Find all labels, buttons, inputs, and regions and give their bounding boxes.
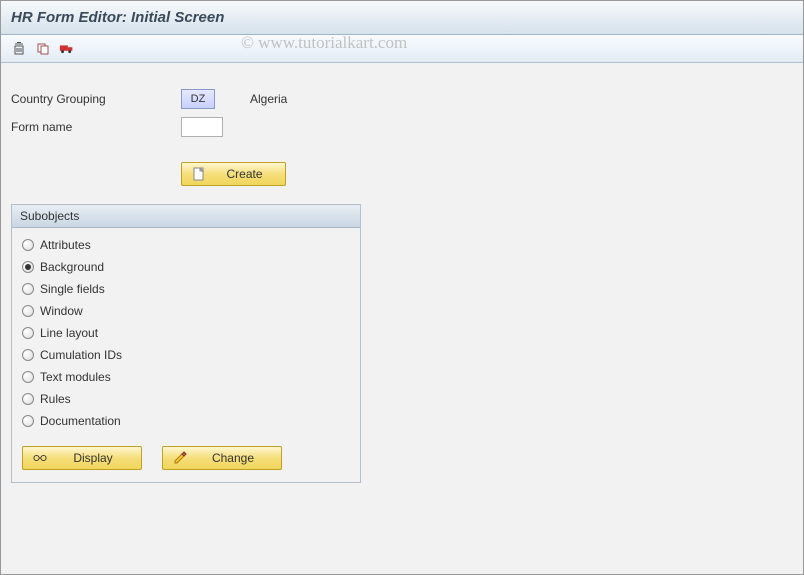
radio-cumulation-ids[interactable]: Cumulation IDs [22,344,350,366]
subobjects-group: Subobjects Attributes Background Single … [11,204,361,483]
form-name-label: Form name [11,120,181,134]
radio-window[interactable]: Window [22,300,350,322]
radio-background[interactable]: Background [22,256,350,278]
radio-input-text-modules[interactable] [22,371,34,383]
toolbar [1,35,803,63]
trash-icon[interactable] [11,41,27,57]
glasses-icon [33,451,47,465]
content-area: Country Grouping DZ Algeria Form name Cr… [1,63,803,493]
radio-single-fields[interactable]: Single fields [22,278,350,300]
radio-input-cumulation-ids[interactable] [22,349,34,361]
radio-documentation[interactable]: Documentation [22,410,350,432]
pencil-icon [173,451,187,465]
radio-input-single-fields[interactable] [22,283,34,295]
radio-input-rules[interactable] [22,393,34,405]
country-grouping-label: Country Grouping [11,92,181,106]
radio-input-window[interactable] [22,305,34,317]
create-button-label: Create [214,167,275,181]
subobjects-header: Subobjects [12,205,360,228]
document-icon [192,167,206,181]
title-bar: HR Form Editor: Initial Screen [1,1,803,35]
radio-line-layout[interactable]: Line layout [22,322,350,344]
radio-input-attributes[interactable] [22,239,34,251]
create-button[interactable]: Create [181,162,286,186]
page-title: HR Form Editor: Initial Screen [11,9,224,26]
form-name-input[interactable] [181,117,223,137]
country-grouping-input[interactable]: DZ [181,89,215,109]
display-button-label: Display [55,451,131,465]
radio-input-line-layout[interactable] [22,327,34,339]
radio-text-modules[interactable]: Text modules [22,366,350,388]
radio-attributes[interactable]: Attributes [22,234,350,256]
change-button-label: Change [195,451,271,465]
display-button[interactable]: Display [22,446,142,470]
copy-icon[interactable] [35,41,51,57]
radio-input-background[interactable] [22,261,34,273]
radio-rules[interactable]: Rules [22,388,350,410]
radio-input-documentation[interactable] [22,415,34,427]
change-button[interactable]: Change [162,446,282,470]
truck-icon[interactable] [59,41,75,57]
country-description: Algeria [250,92,287,106]
